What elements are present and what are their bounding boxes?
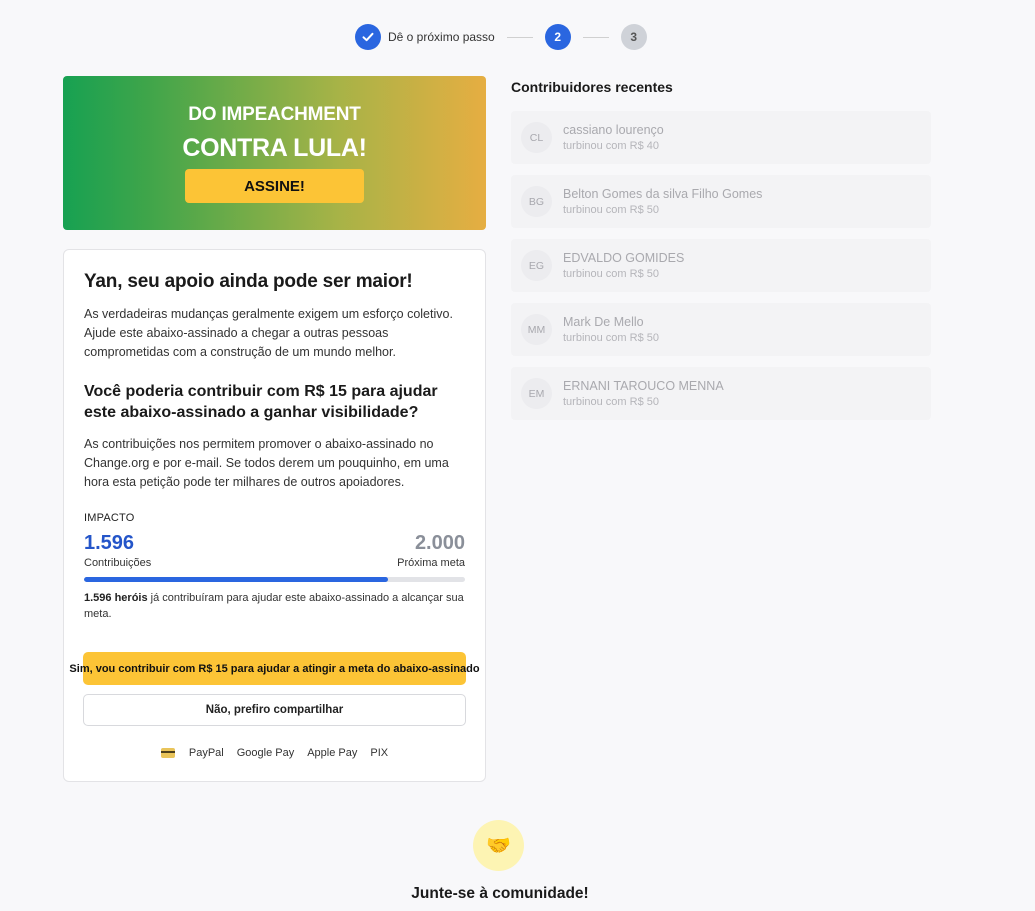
contributor-amount: turbinou com R$ 50 — [563, 204, 659, 216]
list-item: EG EDVALDO GOMIDES turbinou com R$ 50 — [511, 239, 931, 292]
petition-banner[interactable]: DO IMPEACHMENT CONTRA LULA! ASSINE! — [63, 76, 486, 230]
share-instead-button[interactable]: Não, prefiro compartilhar — [83, 694, 466, 726]
goal-progress-fill — [84, 577, 389, 582]
avatar: EG — [521, 250, 552, 281]
avatar: MM — [521, 314, 552, 345]
list-item: MM Mark De Mello turbinou com R$ 50 — [511, 303, 931, 356]
handshake-icon: 🤝 — [473, 820, 524, 871]
list-item: BG Belton Gomes da silva Filho Gomes tur… — [511, 175, 931, 228]
payment-method-pix: PIX — [370, 747, 389, 759]
recent-contributors-title: Contribuidores recentes — [511, 79, 673, 95]
payment-method-applepay: Apple Pay — [307, 747, 358, 759]
contributions-label: Contribuições — [84, 557, 152, 569]
card-intro: As verdadeiras mudanças geralmente exige… — [84, 307, 453, 359]
step-divider — [506, 36, 533, 38]
card-question: Você poderia contribuir com R$ 15 para a… — [84, 383, 438, 421]
credit-card-icon — [160, 748, 175, 758]
contributor-amount: turbinou com R$ 50 — [563, 396, 659, 408]
payment-methods: PayPal Google Pay Apple Pay PIX — [64, 747, 485, 759]
payment-method-googlepay: Google Pay — [236, 747, 295, 759]
heroes-text: 1.596 heróis já contribuíram para ajudar… — [84, 590, 465, 622]
contributor-amount: turbinou com R$ 40 — [563, 140, 659, 152]
contribution-card: Yan, seu apoio ainda pode ser maior! As … — [63, 249, 486, 782]
step-1-check-icon — [355, 24, 381, 50]
contributor-name: Mark De Mello — [563, 315, 644, 329]
progress-stepper: Dê o próximo passo 2 3 — [355, 24, 647, 50]
banner-sign-button[interactable]: ASSINE! — [185, 169, 364, 203]
community-title: Junte-se à comunidade! — [411, 885, 589, 902]
impact-label: IMPACTO — [84, 512, 135, 524]
avatar: BG — [521, 186, 552, 217]
contributor-name: ERNANI TAROUCO MENNA — [563, 379, 724, 393]
step-divider — [582, 36, 609, 38]
step-3-indicator: 3 — [620, 24, 647, 50]
list-item: CL cassiano lourenço turbinou com R$ 40 — [511, 111, 931, 164]
contributions-count: 1.596 — [84, 532, 135, 554]
step-1-label: Dê o próximo passo — [388, 30, 495, 44]
banner-headline-1: DO IMPEACHMENT — [188, 104, 361, 125]
contributor-amount: turbinou com R$ 50 — [563, 268, 659, 280]
contributor-name: cassiano lourenço — [563, 123, 664, 137]
banner-headline-2: CONTRA LULA! — [182, 134, 367, 162]
card-title: Yan, seu apoio ainda pode ser maior! — [84, 271, 413, 292]
list-item: EM ERNANI TAROUCO MENNA turbinou com R$ … — [511, 367, 931, 420]
payment-method-paypal: PayPal — [188, 747, 224, 759]
contributor-name: EDVALDO GOMIDES — [563, 251, 685, 265]
goal-progress-bar — [84, 577, 465, 582]
card-explanation: As contribuições nos permitem promover o… — [84, 437, 449, 489]
contribute-button[interactable]: Sim, vou contribuir com R$ 15 para ajuda… — [69, 652, 480, 685]
recent-contributors-list: CL cassiano lourenço turbinou com R$ 40 … — [511, 111, 931, 431]
impact-stats: 1.596 Contribuições 2.000 Próxima meta — [84, 532, 465, 569]
contributor-name: Belton Gomes da silva Filho Gomes — [563, 187, 763, 201]
goal-label: Próxima meta — [397, 557, 465, 569]
contributor-amount: turbinou com R$ 50 — [563, 332, 659, 344]
step-2-indicator: 2 — [544, 24, 571, 50]
avatar: CL — [521, 122, 552, 153]
avatar: EM — [521, 378, 552, 409]
goal-count: 2.000 — [414, 532, 465, 554]
heroes-count: 1.596 heróis — [84, 592, 148, 604]
